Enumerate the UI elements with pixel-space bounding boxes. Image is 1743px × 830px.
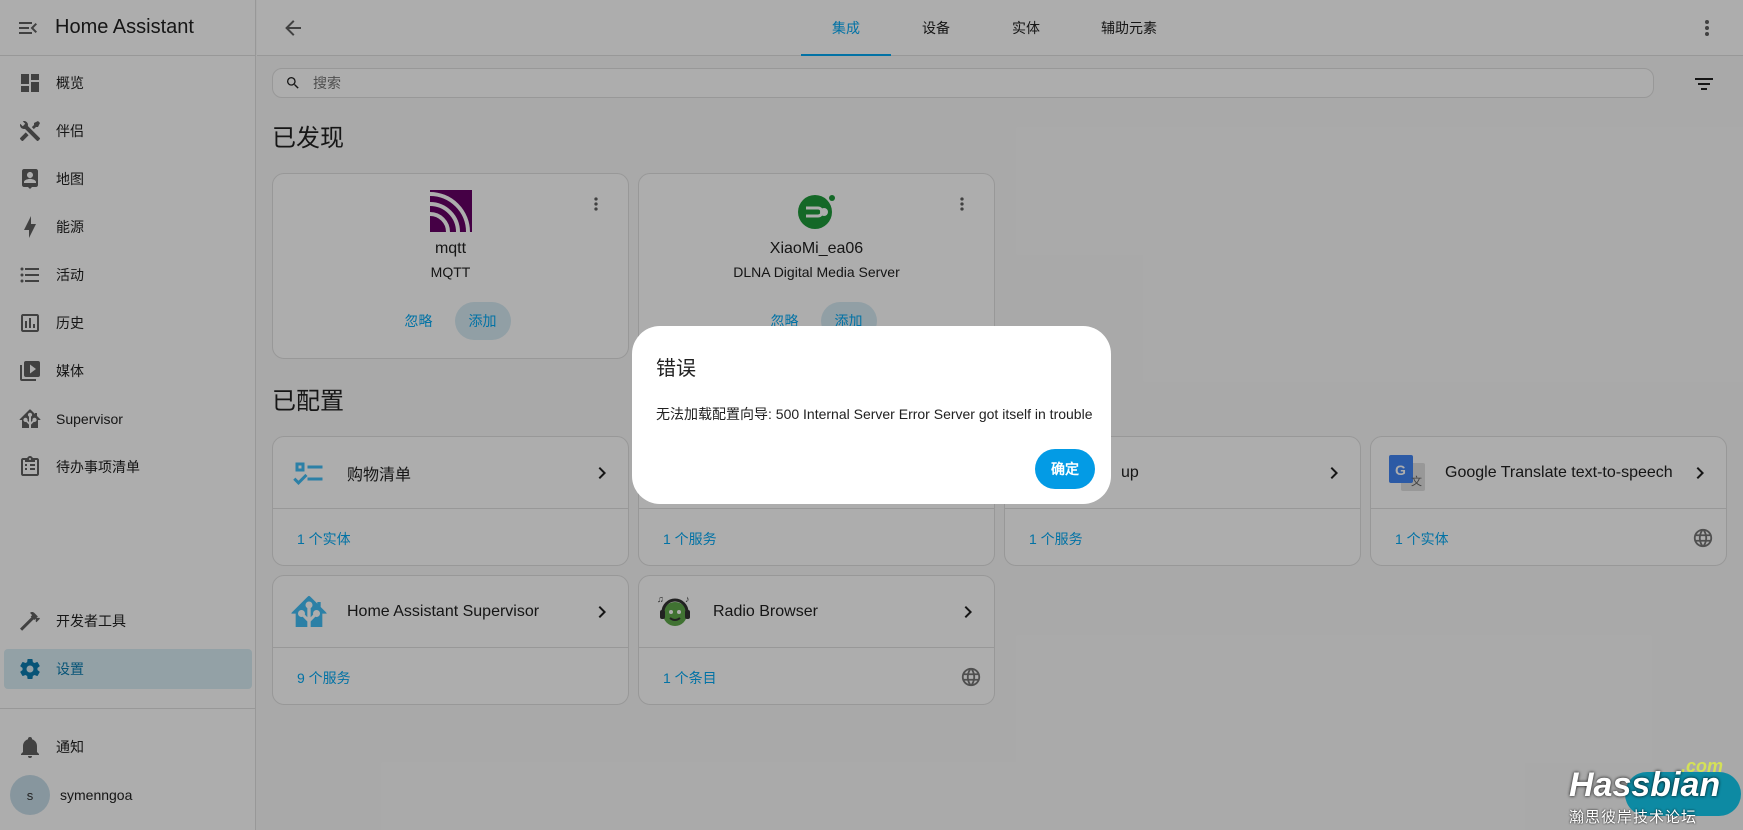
- error-dialog: 错误 无法加载配置向导: 500 Internal Server Error S…: [632, 326, 1111, 504]
- confirm-button[interactable]: 确定: [1035, 449, 1095, 489]
- watermark: .com Hassbian 瀚思彼岸技术论坛: [1563, 756, 1743, 830]
- dialog-message: 无法加载配置向导: 500 Internal Server Error Serv…: [656, 406, 1093, 422]
- watermark-subtitle: 瀚思彼岸技术论坛: [1569, 809, 1698, 826]
- watermark-name: Hassbian: [1569, 766, 1721, 804]
- dialog-title: 错误: [656, 358, 696, 380]
